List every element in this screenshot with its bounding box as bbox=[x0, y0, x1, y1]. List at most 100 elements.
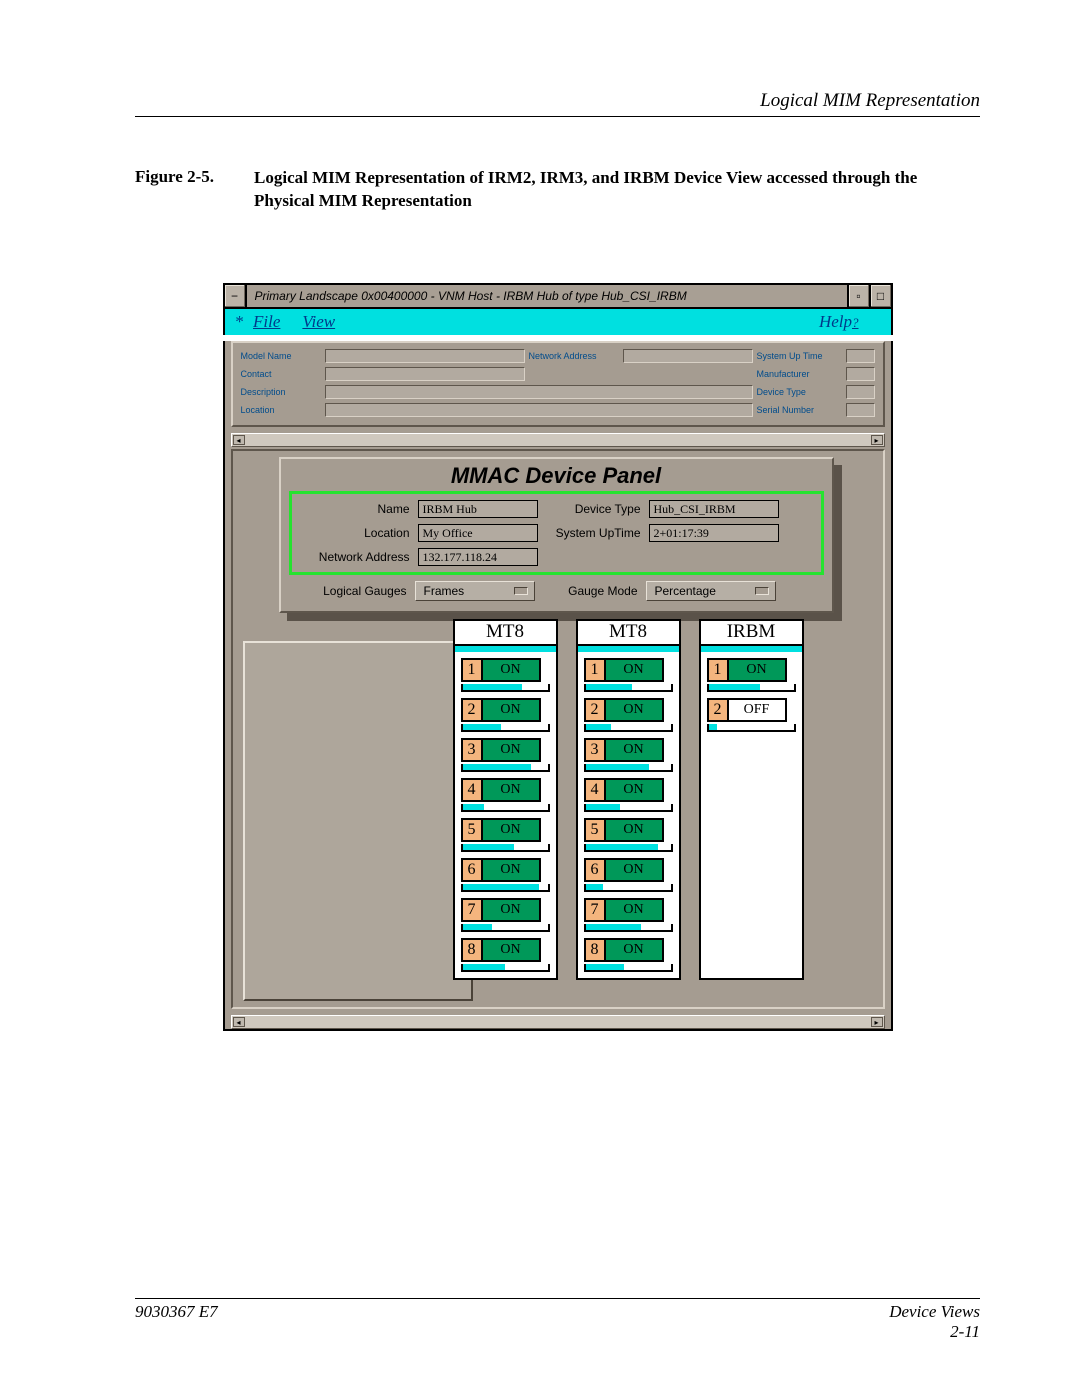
module-header-bar bbox=[701, 644, 802, 652]
menu-view[interactable]: View bbox=[302, 312, 335, 332]
fld-uptime[interactable]: 2+01:17:39 bbox=[649, 524, 779, 542]
port-state: ON bbox=[606, 738, 664, 762]
port-state: ON bbox=[606, 658, 664, 682]
port-number: 4 bbox=[461, 778, 483, 802]
port[interactable]: 8ON bbox=[584, 938, 673, 962]
h-scrollbar-top[interactable]: ◂ ▸ bbox=[231, 433, 885, 447]
footer-left: 9030367 E7 bbox=[135, 1302, 218, 1342]
port[interactable]: 4ON bbox=[584, 778, 673, 802]
minimize-icon[interactable]: ▫ bbox=[847, 285, 869, 307]
lbl-network-address: Network Address bbox=[529, 351, 619, 361]
port[interactable]: 2OFF bbox=[707, 698, 796, 722]
scroll-right-icon[interactable]: ▸ bbox=[871, 1017, 883, 1027]
lbl-device-type: Device Type bbox=[757, 387, 842, 397]
footer-right-a: Device Views bbox=[889, 1302, 980, 1322]
port-state: OFF bbox=[729, 698, 787, 722]
lbl-manufacturer: Manufacturer bbox=[757, 369, 842, 379]
opt-logical-gauges-value: Frames bbox=[424, 584, 465, 598]
maximize-icon[interactable]: □ bbox=[869, 285, 891, 307]
mmac-title: MMAC Device Panel bbox=[289, 463, 824, 489]
port[interactable]: 1ON bbox=[707, 658, 796, 682]
client-area: Model Name Network Address System Up Tim… bbox=[223, 341, 893, 1031]
port-state: ON bbox=[729, 658, 787, 682]
opt-logical-gauges[interactable]: Frames bbox=[415, 581, 535, 601]
lbl-system-up-time: System Up Time bbox=[757, 351, 842, 361]
mmac-identity-box: Name IRBM Hub Device Type Hub_CSI_IRBM L… bbox=[289, 491, 824, 575]
port-gauge-fill bbox=[709, 684, 760, 690]
port-state: ON bbox=[483, 858, 541, 882]
port-gauge-fill bbox=[463, 804, 484, 810]
lbl-devtype: Device Type bbox=[546, 502, 641, 516]
fld-name[interactable]: IRBM Hub bbox=[418, 500, 538, 518]
module-mt8[interactable]: MT81ON2ON3ON4ON5ON6ON7ON8ON bbox=[576, 619, 681, 980]
scroll-left-icon[interactable]: ◂ bbox=[233, 435, 245, 445]
module-irbm[interactable]: IRBM 1ON 2OFF bbox=[699, 619, 804, 980]
port-gauge bbox=[584, 964, 673, 972]
scroll-left-icon[interactable]: ◂ bbox=[233, 1017, 245, 1027]
port-state: ON bbox=[483, 658, 541, 682]
fld-serial-number[interactable] bbox=[846, 403, 875, 417]
port-gauge-fill bbox=[586, 764, 650, 770]
titlebar: − Primary Landscape 0x00400000 - VNM Hos… bbox=[223, 283, 893, 309]
port-gauge bbox=[461, 884, 550, 892]
port[interactable]: 3ON bbox=[584, 738, 673, 762]
port-state: ON bbox=[606, 778, 664, 802]
module-title: MT8 bbox=[455, 621, 556, 644]
opt-gauge-mode[interactable]: Percentage bbox=[646, 581, 776, 601]
port-number: 5 bbox=[461, 818, 483, 842]
port-gauge bbox=[461, 844, 550, 852]
figure-label: Figure 2-5. bbox=[135, 167, 214, 213]
port-gauge-fill bbox=[463, 924, 493, 930]
port-gauge bbox=[707, 724, 796, 732]
port[interactable]: 7ON bbox=[461, 898, 550, 922]
port[interactable]: 1ON bbox=[461, 658, 550, 682]
port-number: 2 bbox=[584, 698, 606, 722]
port[interactable]: 2ON bbox=[584, 698, 673, 722]
fld-devtype[interactable]: Hub_CSI_IRBM bbox=[649, 500, 779, 518]
fld-contact[interactable] bbox=[325, 367, 525, 381]
lbl-name: Name bbox=[300, 502, 410, 516]
fld-netaddr[interactable]: 132.177.118.24 bbox=[418, 548, 538, 566]
menu-help[interactable]: Help? bbox=[819, 312, 859, 332]
fld-system-up-time[interactable] bbox=[846, 349, 875, 363]
h-scrollbar-bottom[interactable]: ◂ ▸ bbox=[231, 1015, 885, 1029]
port[interactable]: 2ON bbox=[461, 698, 550, 722]
port[interactable]: 3ON bbox=[461, 738, 550, 762]
lbl-logical-gauges: Logical Gauges bbox=[297, 584, 407, 598]
port[interactable]: 1ON bbox=[584, 658, 673, 682]
port-gauge-fill bbox=[586, 844, 658, 850]
fld-location[interactable] bbox=[325, 403, 753, 417]
window-menu-icon[interactable]: − bbox=[225, 285, 247, 307]
scroll-right-icon[interactable]: ▸ bbox=[871, 435, 883, 445]
port-gauge-fill bbox=[709, 724, 718, 730]
fld-model-name[interactable] bbox=[325, 349, 525, 363]
port-number: 1 bbox=[584, 658, 606, 682]
fld-device-type[interactable] bbox=[846, 385, 875, 399]
module-mt8[interactable]: MT81ON2ON3ON4ON5ON6ON7ON8ON bbox=[453, 619, 558, 980]
port[interactable]: 7ON bbox=[584, 898, 673, 922]
fld-manufacturer[interactable] bbox=[846, 367, 875, 381]
port[interactable]: 4ON bbox=[461, 778, 550, 802]
lbl-serial-number: Serial Number bbox=[757, 405, 842, 415]
port[interactable]: 5ON bbox=[584, 818, 673, 842]
menu-star: * bbox=[235, 312, 244, 332]
lbl-location2: Location bbox=[300, 526, 410, 540]
page-header: Logical MIM Representation bbox=[135, 90, 980, 117]
fld-location2[interactable]: My Office bbox=[418, 524, 538, 542]
module-title: IRBM bbox=[701, 621, 802, 644]
module-row: MT81ON2ON3ON4ON5ON6ON7ON8ONMT81ON2ON3ON4… bbox=[453, 619, 804, 980]
lbl-model-name: Model Name bbox=[241, 351, 321, 361]
port-state: ON bbox=[483, 738, 541, 762]
port[interactable]: 6ON bbox=[584, 858, 673, 882]
port[interactable]: 5ON bbox=[461, 818, 550, 842]
port[interactable]: 6ON bbox=[461, 858, 550, 882]
port[interactable]: 8ON bbox=[461, 938, 550, 962]
port-gauge bbox=[461, 724, 550, 732]
fld-description[interactable] bbox=[325, 385, 753, 399]
port-number: 7 bbox=[461, 898, 483, 922]
fld-network-address[interactable] bbox=[623, 349, 753, 363]
lbl-uptime: System UpTime bbox=[546, 526, 641, 540]
port-gauge-fill bbox=[463, 844, 514, 850]
menu-file[interactable]: File bbox=[253, 312, 280, 332]
menubar: * File View Help? bbox=[223, 309, 893, 335]
